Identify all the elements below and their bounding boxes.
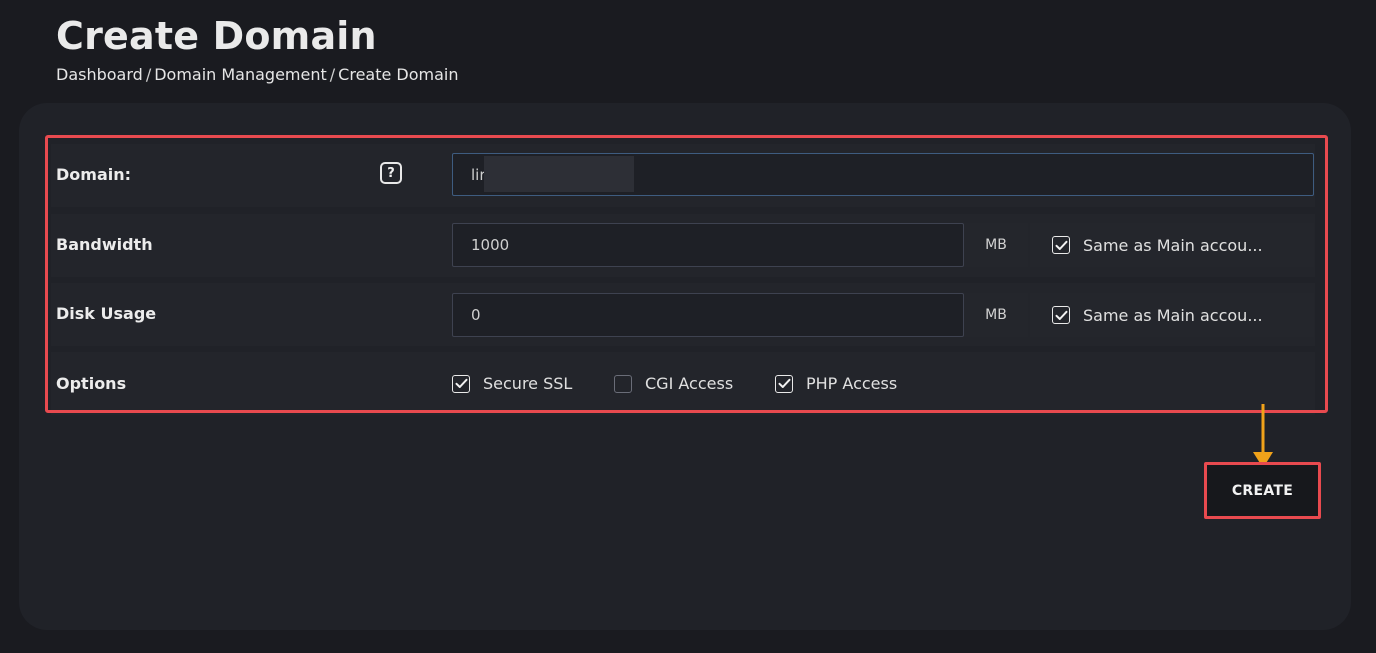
breadcrumb-dashboard[interactable]: Dashboard (56, 65, 143, 84)
page-title: Create Domain (56, 14, 377, 58)
create-button-highlight: CREATE (1204, 462, 1321, 519)
annotation-arrow-icon (1253, 404, 1273, 468)
breadcrumb-create-domain: Create Domain (338, 65, 459, 84)
breadcrumb-domain-management[interactable]: Domain Management (154, 65, 327, 84)
breadcrumb-separator: / (145, 65, 152, 84)
breadcrumb-separator: / (329, 65, 336, 84)
breadcrumb: Dashboard / Domain Management / Create D… (56, 65, 459, 84)
annotation-highlight-box (45, 135, 1328, 413)
create-button[interactable]: CREATE (1232, 483, 1293, 499)
